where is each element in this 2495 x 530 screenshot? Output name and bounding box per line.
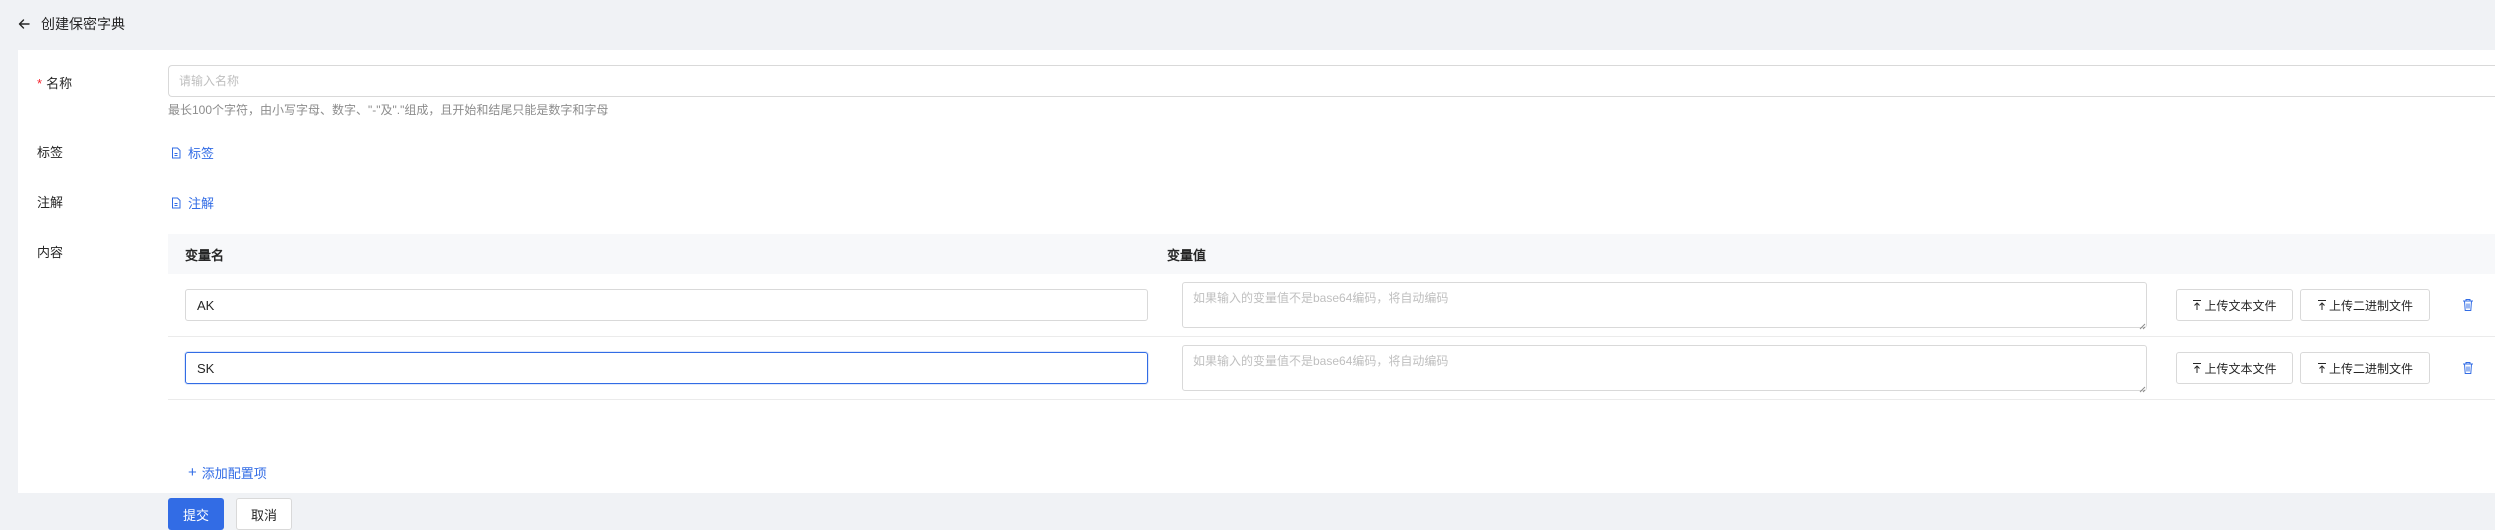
- page-title: 创建保密字典: [41, 16, 125, 32]
- table-header: 变量名 变量值: [168, 234, 2495, 274]
- annotations-label: 注解: [37, 195, 64, 210]
- trash-icon[interactable]: [2462, 361, 2476, 375]
- upload-binary-file-button[interactable]: 上传二进制文件: [2300, 352, 2430, 384]
- key-input[interactable]: [185, 352, 1148, 384]
- upload-icon: [2317, 362, 2327, 374]
- upload-icon: [2317, 299, 2327, 311]
- add-config-item-link[interactable]: + 添加配置项: [188, 463, 267, 482]
- upload-binary-file-button[interactable]: 上传二进制文件: [2300, 289, 2430, 321]
- name-input[interactable]: [168, 65, 2495, 97]
- form-card: *名称 最长100个字符，由小写字母、数字、"-"及"."组成，且开始和结尾只能…: [18, 50, 2495, 530]
- column-key: 变量名: [185, 247, 225, 263]
- table-row: 上传文本文件 上传二进制文件: [168, 337, 2495, 400]
- name-hint: 最长100个字符，由小写字母、数字、"-"及"."组成，且开始和结尾只能是数字和…: [168, 103, 609, 117]
- resize-handle-icon[interactable]: [2138, 318, 2146, 330]
- name-label: * 名称: [37, 76, 73, 91]
- file-icon: [170, 197, 182, 209]
- upload-text-file-button[interactable]: 上传文本文件: [2176, 289, 2293, 321]
- submit-button[interactable]: 提交: [168, 498, 224, 530]
- value-input[interactable]: [1182, 345, 2147, 391]
- cancel-button[interactable]: 取消: [236, 498, 292, 530]
- column-value: 变量值: [1167, 247, 1207, 263]
- trash-icon[interactable]: [2462, 298, 2476, 312]
- required-mark: *: [37, 76, 43, 91]
- arrow-left-icon[interactable]: [16, 16, 32, 32]
- content-table: 变量名 变量值 上传文本文件 上传二进制文件: [168, 234, 2495, 400]
- add-annotation-link[interactable]: 注解: [170, 193, 214, 212]
- value-input[interactable]: [1182, 282, 2147, 328]
- file-icon: [170, 147, 182, 159]
- add-tag-link[interactable]: 标签: [170, 143, 214, 162]
- key-input[interactable]: [185, 289, 1148, 321]
- content-label: 内容: [37, 245, 64, 260]
- upload-icon: [2192, 299, 2202, 311]
- table-row: 上传文本文件 上传二进制文件: [168, 274, 2495, 337]
- upload-icon: [2192, 362, 2202, 374]
- tags-label: 标签: [37, 145, 64, 160]
- plus-icon: +: [188, 464, 197, 481]
- resize-handle-icon[interactable]: [2138, 381, 2146, 393]
- upload-text-file-button[interactable]: 上传文本文件: [2176, 352, 2293, 384]
- page-header: 创建保密字典: [0, 0, 2495, 48]
